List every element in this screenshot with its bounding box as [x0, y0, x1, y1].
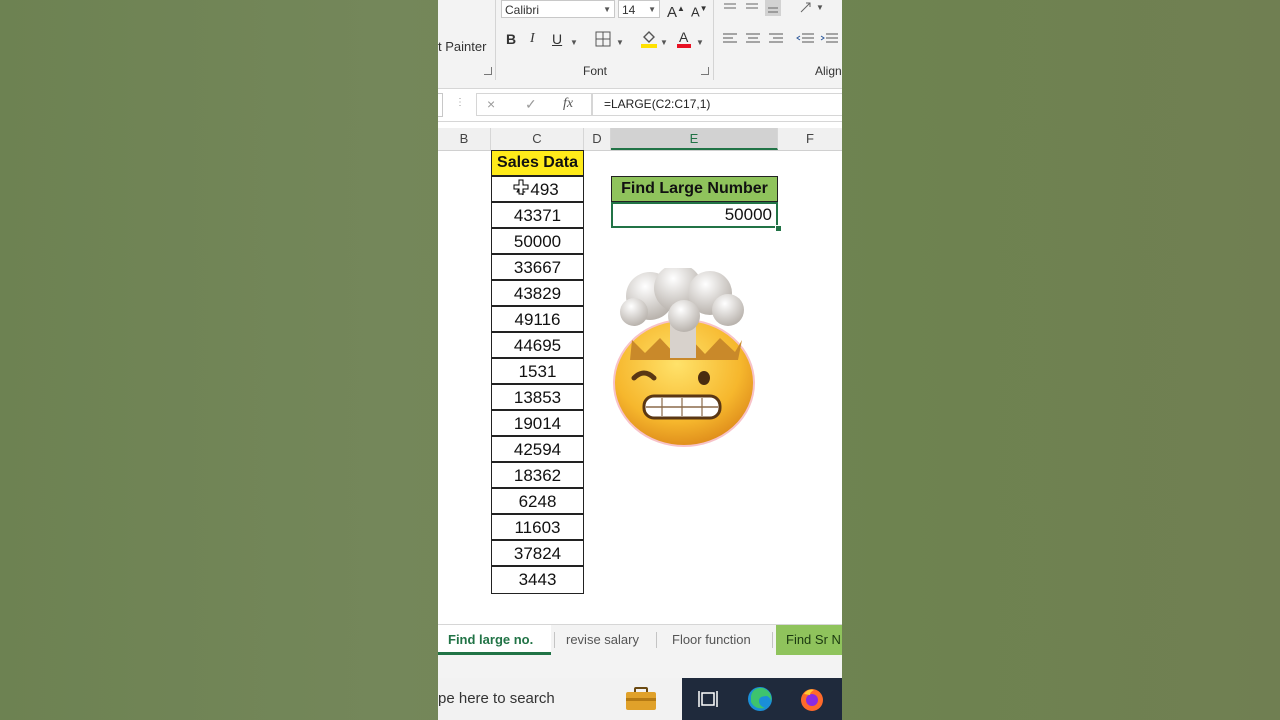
- font-group-label: Font: [583, 64, 608, 78]
- fill-handle[interactable]: [775, 225, 782, 232]
- decrease-font-icon[interactable]: A▼: [691, 0, 708, 21]
- chevron-down-icon: ▼: [648, 5, 656, 14]
- close-icon[interactable]: ×: [487, 96, 495, 112]
- sales-cell[interactable]: 11603: [491, 514, 584, 540]
- excel-window: t Painter Calibri ▼ 14 ▼ A▲ A▼ B I U ▼ ▼…: [438, 0, 842, 720]
- more-options-icon[interactable]: ⋮: [455, 97, 465, 108]
- sales-cell[interactable]: 4 493: [491, 176, 584, 202]
- tab-separator: [554, 632, 555, 648]
- find-large-number-result[interactable]: 50000: [611, 202, 778, 228]
- sales-cell[interactable]: 18362: [491, 462, 584, 488]
- column-headers: B C D E F: [438, 128, 842, 151]
- increase-font-icon[interactable]: A▲: [667, 0, 685, 22]
- horizontal-align-icons[interactable]: [721, 31, 787, 47]
- sales-cell[interactable]: 13853: [491, 384, 584, 410]
- formula-buttons: × ✓ fx: [476, 93, 592, 116]
- taskbar: pe here to search: [438, 678, 842, 720]
- ribbon-separator: [495, 0, 496, 80]
- search-placeholder: pe here to search: [438, 690, 555, 707]
- column-header-b[interactable]: B: [438, 128, 491, 150]
- cell-cursor-icon: [513, 179, 529, 195]
- sales-cell[interactable]: 49116: [491, 306, 584, 332]
- tab-find-large-no[interactable]: Find large no.: [438, 625, 551, 655]
- column-header-d[interactable]: D: [584, 128, 611, 150]
- tab-find-sr-no[interactable]: Find Sr N: [776, 625, 842, 655]
- firefox-icon[interactable]: [799, 686, 825, 712]
- briefcase-icon[interactable]: [625, 687, 657, 711]
- sales-cell[interactable]: 37824: [491, 540, 584, 566]
- sales-cell[interactable]: 43371: [491, 202, 584, 228]
- svg-text:A: A: [679, 29, 689, 45]
- sales-cell[interactable]: 3443: [491, 566, 584, 594]
- orientation-icon[interactable]: ▼: [798, 0, 826, 14]
- sales-cell[interactable]: 19014: [491, 410, 584, 436]
- sheet-tabs: Find large no. revise salary Floor funct…: [438, 624, 842, 657]
- ribbon-separator: [713, 0, 714, 80]
- font-name-value: Calibri: [505, 3, 540, 17]
- tab-separator: [656, 632, 657, 648]
- sales-cell[interactable]: 50000: [491, 228, 584, 254]
- indent-icons[interactable]: [796, 31, 842, 47]
- underline-button[interactable]: U: [552, 30, 562, 48]
- alignment-group-label: Align: [815, 64, 842, 78]
- taskbar-search[interactable]: pe here to search: [438, 678, 682, 720]
- chevron-down-icon[interactable]: ▼: [616, 34, 624, 52]
- font-size-select[interactable]: 14 ▼: [618, 0, 660, 18]
- check-icon[interactable]: ✓: [525, 96, 537, 113]
- sales-data-header[interactable]: Sales Data: [491, 150, 584, 176]
- status-bar: [438, 656, 842, 678]
- chevron-down-icon: ▼: [603, 5, 611, 14]
- sales-cell[interactable]: 6248: [491, 488, 584, 514]
- edge-browser-icon[interactable]: [747, 686, 773, 712]
- italic-button[interactable]: I: [530, 30, 535, 48]
- vertical-align-icons[interactable]: [722, 0, 794, 16]
- fill-color-icon[interactable]: [640, 29, 658, 49]
- clipboard-launcher-icon[interactable]: [484, 67, 492, 75]
- chevron-down-icon[interactable]: ▼: [660, 34, 668, 52]
- chevron-down-icon[interactable]: ▼: [570, 34, 578, 52]
- exploding-head-emoji-icon: [613, 268, 755, 447]
- name-box[interactable]: [438, 93, 443, 117]
- task-view-icon[interactable]: [696, 686, 722, 712]
- chevron-down-icon[interactable]: ▼: [696, 34, 704, 52]
- sales-cell[interactable]: 43829: [491, 280, 584, 306]
- format-painter-button[interactable]: t Painter: [438, 39, 486, 54]
- font-color-icon[interactable]: A: [676, 29, 692, 49]
- svg-text:▼: ▼: [816, 3, 824, 12]
- bold-button[interactable]: B: [506, 30, 516, 48]
- find-large-number-header[interactable]: Find Large Number: [611, 176, 778, 202]
- formula-bar: ⋮ × ✓ fx =LARGE(C2:C17,1): [438, 89, 842, 122]
- font-name-select[interactable]: Calibri ▼: [501, 0, 615, 18]
- borders-icon[interactable]: [595, 31, 611, 47]
- tab-revise-salary[interactable]: revise salary: [556, 625, 656, 655]
- font-size-value: 14: [622, 3, 636, 17]
- sales-cell[interactable]: 42594: [491, 436, 584, 462]
- formula-input[interactable]: =LARGE(C2:C17,1): [592, 93, 842, 116]
- ribbon: t Painter Calibri ▼ 14 ▼ A▲ A▼ B I U ▼ ▼…: [438, 0, 842, 89]
- sales-cell[interactable]: 33667: [491, 254, 584, 280]
- tab-separator: [772, 632, 773, 648]
- font-launcher-icon[interactable]: [701, 67, 709, 75]
- tab-floor-function[interactable]: Floor function: [662, 625, 772, 655]
- sales-cell[interactable]: 44695: [491, 332, 584, 358]
- column-header-f[interactable]: F: [778, 128, 842, 150]
- column-header-e[interactable]: E: [611, 128, 778, 150]
- column-header-c[interactable]: C: [491, 128, 584, 150]
- insert-function-icon[interactable]: fx: [563, 96, 573, 112]
- sales-cell[interactable]: 1531: [491, 358, 584, 384]
